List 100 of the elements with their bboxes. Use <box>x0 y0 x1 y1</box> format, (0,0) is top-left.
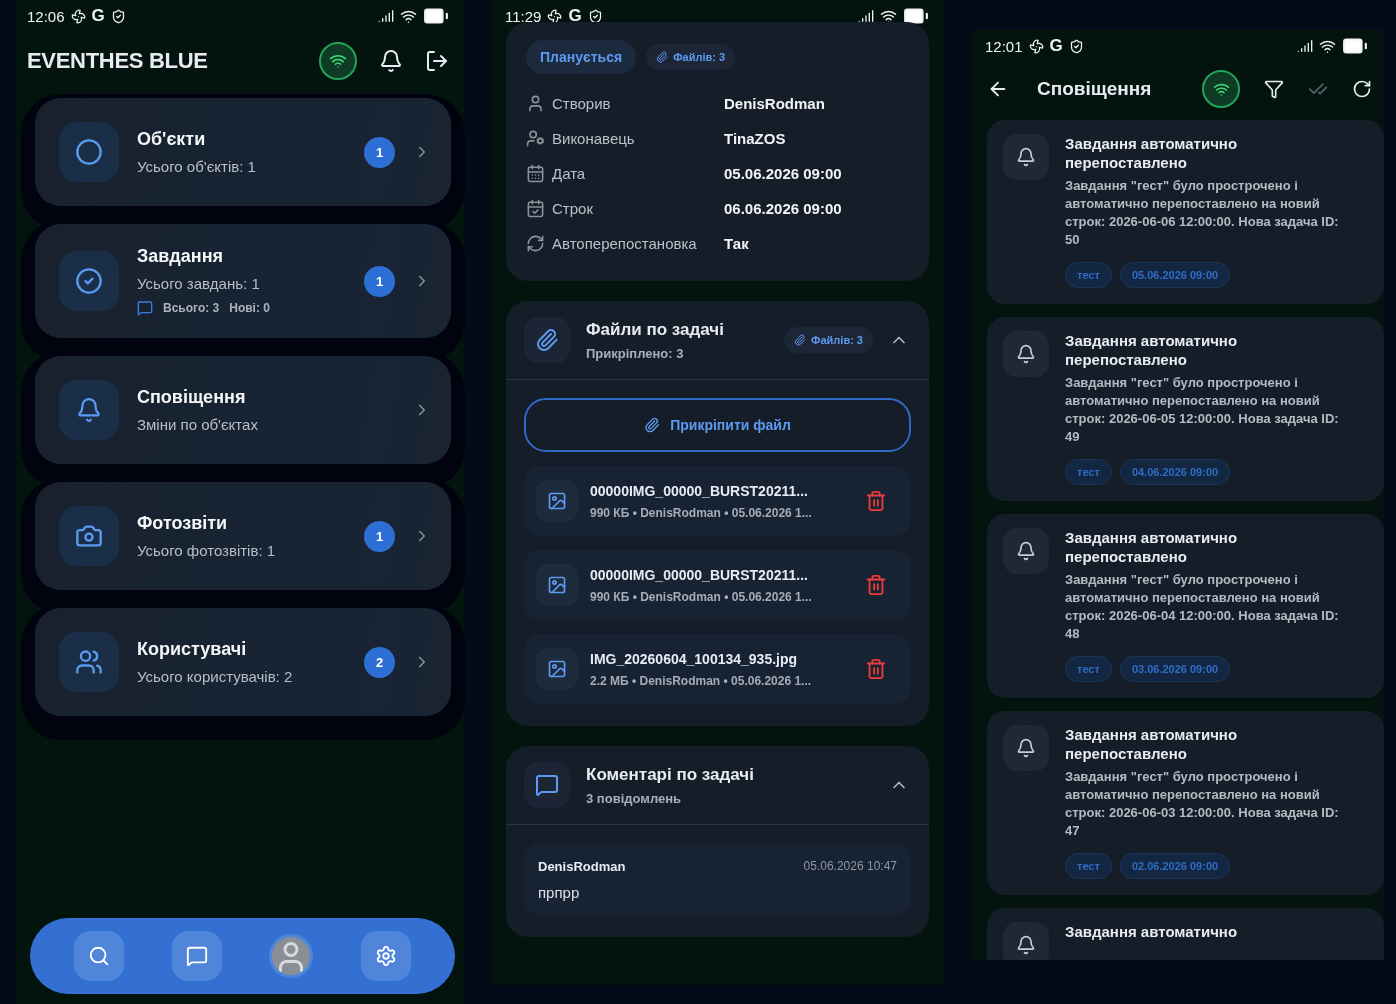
shield-icon <box>110 8 126 24</box>
status-glyph: G <box>1049 36 1063 56</box>
fan-icon <box>1028 38 1044 54</box>
settings-icon <box>375 945 398 967</box>
image-icon <box>536 480 578 522</box>
comment-icon <box>137 300 153 316</box>
notification-title: Завдання автоматично перепоставлено <box>1065 528 1239 566</box>
status-chip: Планується <box>526 40 637 74</box>
signal-icon <box>378 8 394 24</box>
detail-value: TinaZOS <box>724 130 787 147</box>
notification-card[interactable]: Завдання автоматично <box>987 908 1384 960</box>
trash-icon <box>865 574 887 596</box>
chat-button[interactable] <box>171 931 222 981</box>
menu-title: Фотозвіти <box>137 513 229 534</box>
bell-icon <box>1003 528 1049 574</box>
user-icon <box>526 94 545 113</box>
search-button[interactable] <box>73 931 124 981</box>
calendar-icon <box>526 164 545 183</box>
avatar[interactable] <box>269 934 314 978</box>
menu-subtitle: Усього об'єктів: 1 <box>137 158 257 175</box>
notification-title: Завдання автоматично <box>1065 922 1239 941</box>
notification-body: Завдання "гест" було прострочено і автоматично перепоставлено на новий строк: 2026-06-03 12:00:00. Нова задача ID: 47 <box>1065 768 1340 840</box>
logout-button[interactable] <box>425 49 449 73</box>
paperclip-icon <box>794 334 807 346</box>
notification-card[interactable]: Завдання автоматично перепоставлено Завдання "гест" було прострочено і автоматично перепоставлено на новий строк: 2026-06-06 12:00:00. Нова задача ID: 50 тест 05.06.2026 09:00 <box>987 120 1384 304</box>
bell-icon <box>379 49 403 73</box>
notification-title: Завдання автоматично перепоставлено <box>1065 725 1239 763</box>
comments-new: Нові: 0 <box>229 301 270 315</box>
notification-body: Завдання "гест" було прострочено і автоматично перепоставлено на новий строк: 2026-06-06 12:00:00. Нова задача ID: 50 <box>1065 177 1340 249</box>
menu-title: Завдання <box>137 246 225 267</box>
count-badge: 1 <box>364 520 395 552</box>
attach-file-button[interactable]: Прикріпити файл <box>524 398 911 452</box>
task-tag: тест <box>1065 853 1112 879</box>
filter-button[interactable] <box>1264 79 1284 99</box>
fan-icon <box>70 8 86 24</box>
menu-title: Сповіщення <box>137 387 247 408</box>
circle-icon <box>75 138 103 166</box>
detail-label: Строк <box>552 200 594 217</box>
detail-label: Виконавець <box>552 130 636 147</box>
notification-title: Завдання автоматично перепоставлено <box>1065 134 1239 172</box>
paperclip-icon <box>656 51 669 63</box>
repeat-icon <box>526 234 545 253</box>
detail-value: 05.06.2026 09:00 <box>724 165 843 182</box>
screen-title: Сповіщення <box>1037 78 1153 100</box>
image-icon <box>536 564 578 606</box>
file-name: IMG_20260604_100134_935.jpg <box>590 650 799 667</box>
comment-time: 05.06.2026 10:47 <box>803 859 897 874</box>
comments-total: Всього: 3 <box>163 301 220 315</box>
paperclip-icon <box>644 417 661 433</box>
date-tag: 03.06.2026 09:00 <box>1119 656 1231 682</box>
comment-author: DenisRodman <box>538 859 626 874</box>
count-badge: 1 <box>364 265 395 297</box>
check-circle-icon <box>75 267 103 295</box>
detail-value: 06.06.2026 09:00 <box>724 200 843 217</box>
files-chip: Файлів: 3 <box>784 327 873 353</box>
trash-icon <box>865 490 887 512</box>
file-row[interactable]: 00000IMG_00000_BURST20211... 990 КБ • DenisRodman • 05.06.2026 1... <box>524 550 911 620</box>
count-badge: 2 <box>364 646 395 678</box>
refresh-button[interactable] <box>1352 79 1372 99</box>
file-row[interactable]: IMG_20260604_100134_935.jpg 2.2 МБ • DenisRodman • 05.06.2026 1... <box>524 634 911 704</box>
notification-card[interactable]: Завдання автоматично перепоставлено Завдання "гест" було прострочено і автоматично перепоставлено на новий строк: 2026-06-05 12:00:00. Нова задача ID: 49 тест 04.06.2026 09:00 <box>987 317 1384 501</box>
file-meta: 990 КБ • DenisRodman • 05.06.2026 1... <box>590 505 813 520</box>
task-tag: тест <box>1065 459 1112 485</box>
section-title: Файли по задачі <box>586 319 725 340</box>
section-subtitle: Прикріплено: 3 <box>586 345 685 361</box>
notifications-button[interactable] <box>379 49 403 73</box>
user-gear-icon <box>526 129 545 148</box>
logout-icon <box>425 49 449 73</box>
date-tag: 05.06.2026 09:00 <box>1119 262 1231 288</box>
image-icon <box>536 648 578 690</box>
notification-card[interactable]: Завдання автоматично перепоставлено Завдання "гест" було прострочено і автоматично перепоставлено на новий строк: 2026-06-04 12:00:00. Нова задача ID: 48 тест 03.06.2026 09:00 <box>987 514 1384 698</box>
menu-subtitle: Усього завдань: 1 <box>137 275 261 292</box>
status-glyph: G <box>568 6 582 26</box>
detail-label: Створив <box>552 95 612 112</box>
file-name: 00000IMG_00000_BURST20211... <box>590 482 809 499</box>
notification-title: Завдання автоматично перепоставлено <box>1065 331 1239 369</box>
section-title: Коментарі по задачі <box>586 764 755 785</box>
settings-button[interactable] <box>361 931 412 981</box>
refresh-icon <box>1352 79 1372 99</box>
shield-icon <box>587 8 603 24</box>
bell-icon <box>1003 725 1049 771</box>
comment-text: прпрр <box>538 884 581 901</box>
file-name: 00000IMG_00000_BURST20211... <box>590 566 809 583</box>
bell-icon <box>76 397 102 423</box>
status-time: 12:01 <box>985 37 1023 55</box>
menu-title: Об'єкти <box>137 129 207 150</box>
signal-icon <box>858 8 874 24</box>
menu-subtitle: Усього користувачів: 2 <box>137 668 294 685</box>
app-title: EVENTHES BLUE <box>27 48 209 74</box>
file-row[interactable]: 00000IMG_00000_BURST20211... 990 КБ • DenisRodman • 05.06.2026 1... <box>524 466 911 536</box>
file-meta: 2.2 МБ • DenisRodman • 05.06.2026 1... <box>590 673 813 688</box>
menu-subtitle: Зміни по об'єктах <box>137 416 259 433</box>
shield-icon <box>1068 38 1084 54</box>
notification-body: Завдання "гест" було прострочено і автоматично перепоставлено на новий строк: 2026-06-05 12:00:00. Нова задача ID: 49 <box>1065 374 1340 446</box>
chat-icon <box>185 945 208 967</box>
files-chip: Файлів: 3 <box>646 44 736 70</box>
users-icon <box>75 648 103 676</box>
date-tag: 04.06.2026 09:00 <box>1119 459 1231 485</box>
notification-card[interactable]: Завдання автоматично перепоставлено Завдання "гест" було прострочено і автоматично перепоставлено на новий строк: 2026-06-03 12:00:00. Нова задача ID: 47 тест 02.06.2026 09:00 <box>987 711 1384 895</box>
bell-icon <box>1003 922 1049 960</box>
